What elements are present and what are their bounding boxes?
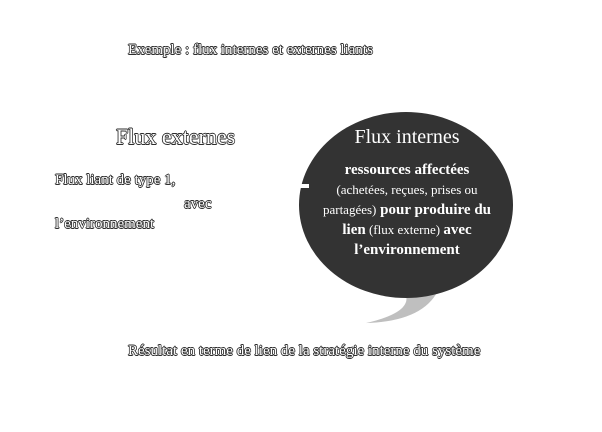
speech-bubble (297, 112, 513, 325)
internal-flux-panel: Flux internes ressources affectées (ache… (312, 124, 502, 260)
internal-flux-description: ressources affectées (achetées, reçues, … (312, 160, 502, 260)
internal-flux-external-note: (flux externe) (365, 222, 444, 237)
internal-flux-heading: Flux internes (354, 126, 460, 148)
footer-text: Résultat en terme de lien de la stratégi… (128, 343, 481, 359)
bubble-left-notch (297, 184, 309, 188)
internal-flux-resources: ressources affectées (344, 162, 470, 178)
